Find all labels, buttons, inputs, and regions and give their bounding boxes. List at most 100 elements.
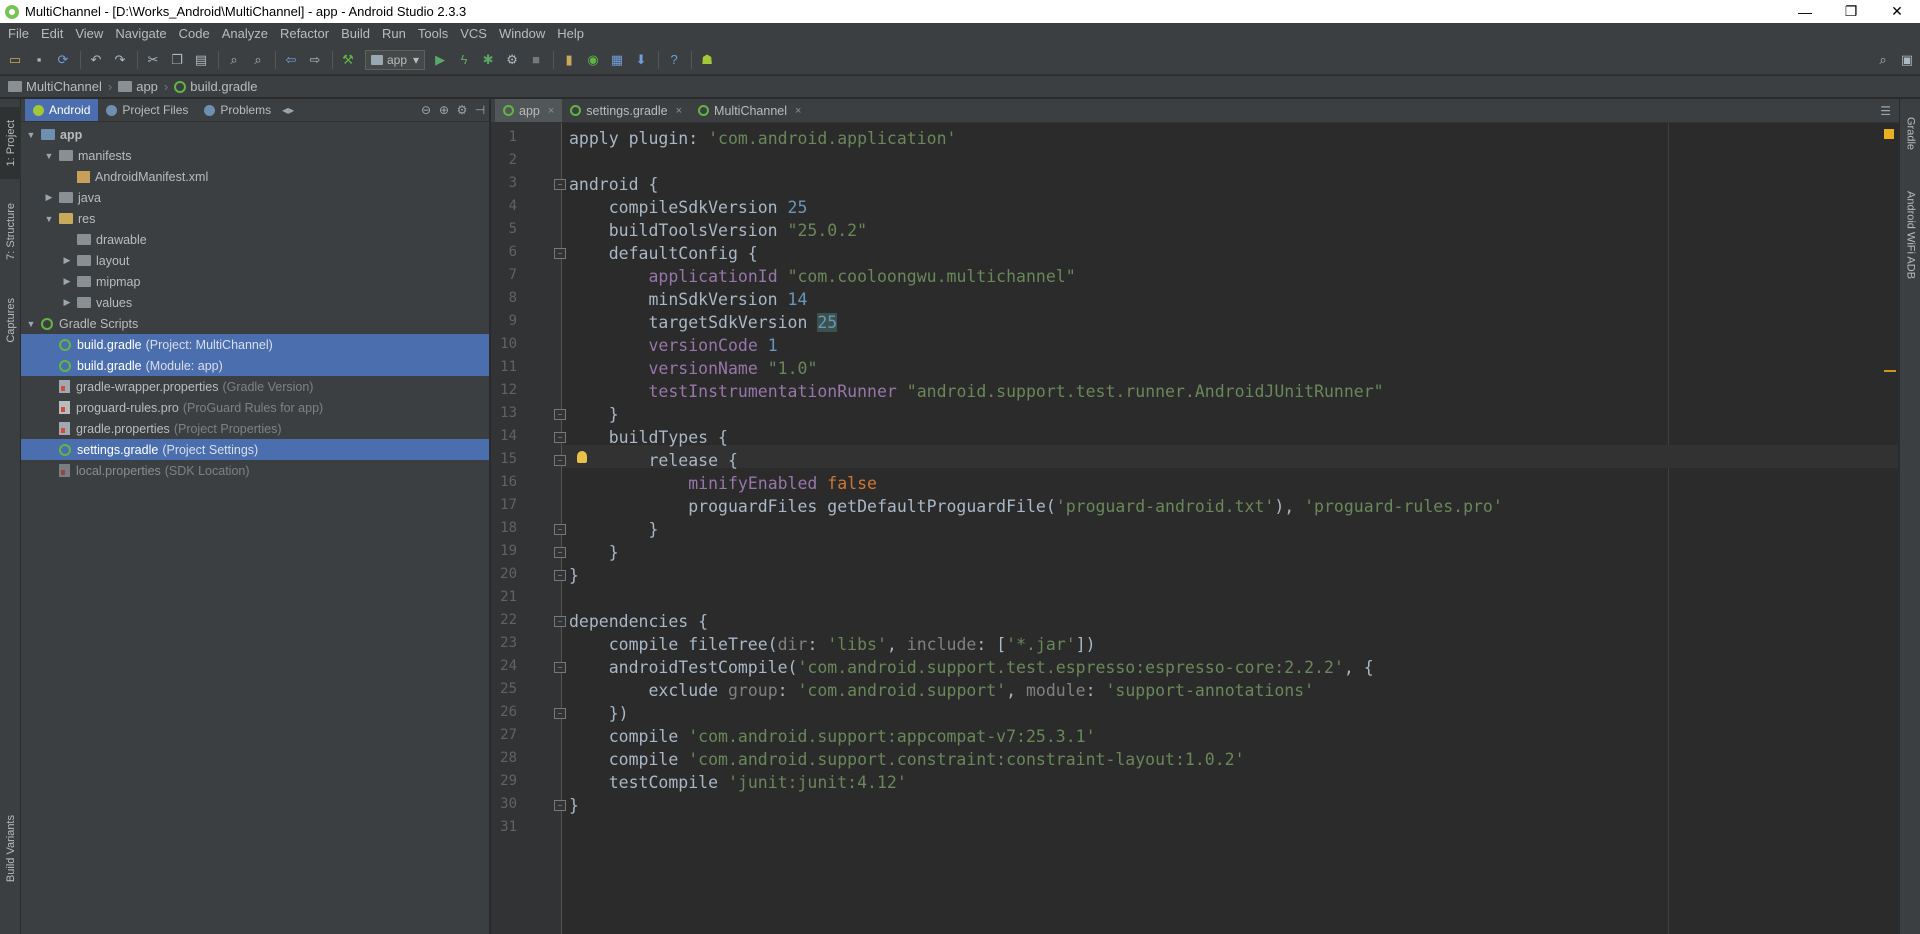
debug-icon[interactable]: ✱: [477, 49, 499, 71]
code-line[interactable]: exclude group: 'com.android.support', mo…: [569, 679, 1314, 702]
fold-toggle-icon[interactable]: −: [554, 248, 566, 259]
code-line[interactable]: targetSdkVersion 25: [569, 311, 838, 334]
fold-toggle-icon[interactable]: −: [554, 179, 566, 190]
code-area[interactable]: 1 2 3 4 5 6 7 8 9 10 11 12 13 14 15 16 17 18 19 20 21 22 23 24 2…: [491, 123, 1899, 934]
close-tab-icon[interactable]: ×: [795, 105, 801, 117]
back-icon[interactable]: ⇦: [280, 49, 302, 71]
build-variants-tool-tab[interactable]: Build Variants: [0, 799, 21, 899]
wifi-adb-tool-tab[interactable]: Android WiFi ADB: [1900, 175, 1920, 295]
sdk-manager-icon[interactable]: ⬇: [630, 49, 652, 71]
menu-code[interactable]: Code: [173, 23, 216, 45]
save-all-icon[interactable]: ▪: [28, 49, 50, 71]
tree-item-app[interactable]: ▼ app: [21, 124, 489, 145]
undo-icon[interactable]: ↶: [85, 49, 107, 71]
code-line[interactable]: }: [569, 564, 579, 587]
instant-run-icon[interactable]: ϟ: [453, 49, 475, 71]
code-line[interactable]: versionCode 1: [569, 334, 777, 357]
code-line[interactable]: testCompile 'junit:junit:4.12': [569, 771, 907, 794]
menu-window[interactable]: Window: [493, 23, 551, 45]
redo-icon[interactable]: ↷: [109, 49, 131, 71]
tree-item-settings-gradle[interactable]: ▶ settings.gradle (Project Settings): [21, 439, 489, 460]
event-log-icon[interactable]: ▣: [1896, 49, 1918, 71]
fold-toggle-icon[interactable]: −: [554, 708, 566, 719]
code-line[interactable]: minifyEnabled false: [569, 472, 877, 495]
tab-multichannel-build-gradle[interactable]: MultiChannel ×: [690, 99, 809, 122]
attach-debugger-icon[interactable]: ⚙: [501, 49, 523, 71]
menu-analyze[interactable]: Analyze: [216, 23, 274, 45]
code-line[interactable]: }: [569, 794, 579, 817]
code-line[interactable]: compileSdkVersion 25: [569, 196, 808, 219]
tree-item-gradle-wrapper[interactable]: ▶ gradle-wrapper.properties (Gradle Vers…: [21, 376, 489, 397]
fold-toggle-icon[interactable]: −: [554, 547, 566, 558]
chevron-down-icon[interactable]: ▼: [43, 214, 55, 224]
tab-app-build-gradle[interactable]: app ×: [495, 99, 563, 122]
minimize-button[interactable]: —: [1782, 0, 1828, 23]
code-line[interactable]: }: [569, 541, 619, 564]
structure-tool-tab[interactable]: 7: Structure: [0, 191, 21, 271]
code-line[interactable]: proguardFiles getDefaultProguardFile('pr…: [569, 495, 1503, 518]
code-line[interactable]: apply plugin: 'com.android.application': [569, 127, 956, 150]
error-stripe-mark[interactable]: [1884, 370, 1896, 372]
code-line[interactable]: testInstrumentationRunner "android.suppo…: [569, 380, 1383, 403]
fold-toggle-icon[interactable]: −: [554, 524, 566, 535]
code-line[interactable]: dependencies {: [569, 610, 708, 633]
captures-tool-tab[interactable]: Captures: [0, 285, 21, 355]
code-line[interactable]: compile 'com.android.support.constraint:…: [569, 748, 1245, 771]
tab-settings-gradle[interactable]: settings.gradle ×: [562, 99, 690, 122]
menu-help[interactable]: Help: [551, 23, 590, 45]
hide-panel-icon[interactable]: ⊣: [471, 103, 489, 117]
code-line[interactable]: compile fileTree(dir: 'libs', include: […: [569, 633, 1096, 656]
chevron-right-icon[interactable]: ▶: [43, 192, 55, 203]
gradle-tool-tab[interactable]: Gradle: [1900, 107, 1920, 161]
sync-gradle-icon[interactable]: ◉: [582, 49, 604, 71]
avd-manager-icon[interactable]: ▮: [558, 49, 580, 71]
close-tab-icon[interactable]: ×: [548, 105, 554, 117]
run-icon[interactable]: ▶: [429, 49, 451, 71]
menu-file[interactable]: File: [2, 23, 35, 45]
code-line[interactable]: android {: [569, 173, 658, 196]
menu-build[interactable]: Build: [335, 23, 376, 45]
tab-project-files[interactable]: Project Files: [98, 99, 196, 121]
chevron-down-icon[interactable]: ▼: [43, 151, 55, 161]
copy-icon[interactable]: ❐: [166, 49, 188, 71]
menu-refactor[interactable]: Refactor: [274, 23, 335, 45]
code-line[interactable]: minSdkVersion 14: [569, 288, 807, 311]
tree-item-drawable[interactable]: ▶ drawable: [21, 229, 489, 250]
chevron-right-icon[interactable]: ▶: [61, 255, 73, 266]
code-line[interactable]: androidTestCompile('com.android.support.…: [569, 656, 1374, 679]
fold-toggle-icon[interactable]: −: [554, 409, 566, 420]
find-icon[interactable]: ⌕: [223, 49, 245, 71]
open-folder-icon[interactable]: ▭: [4, 49, 26, 71]
menu-view[interactable]: View: [69, 23, 109, 45]
code-line[interactable]: release {: [569, 449, 737, 472]
forward-icon[interactable]: ⇨: [304, 49, 326, 71]
switch-view-icon[interactable]: ◂▸: [279, 103, 297, 117]
paste-icon[interactable]: ▤: [190, 49, 212, 71]
project-tool-tab[interactable]: 1: Project: [0, 107, 21, 179]
chevron-down-icon[interactable]: ▼: [25, 130, 37, 140]
tree-item-mipmap[interactable]: ▶ mipmap: [21, 271, 489, 292]
chevron-right-icon[interactable]: ▶: [61, 297, 73, 308]
cut-icon[interactable]: ✂: [142, 49, 164, 71]
scroll-from-source-icon[interactable]: ⊕: [435, 103, 453, 117]
code-line[interactable]: buildToolsVersion "25.0.2": [569, 219, 867, 242]
tree-item-proguard-rules[interactable]: ▶ proguard-rules.pro (ProGuard Rules for…: [21, 397, 489, 418]
breadcrumb-project[interactable]: MultiChannel: [8, 79, 102, 94]
breadcrumb-file[interactable]: build.gradle: [174, 79, 257, 94]
sync-icon[interactable]: ⟳: [52, 49, 74, 71]
run-config-select[interactable]: app ▾: [365, 49, 426, 70]
tree-item-res[interactable]: ▼ res: [21, 208, 489, 229]
code-line[interactable]: versionName "1.0": [569, 357, 817, 380]
chevron-right-icon[interactable]: ▶: [61, 276, 73, 287]
menu-navigate[interactable]: Navigate: [109, 23, 172, 45]
tab-android-view[interactable]: Android: [25, 99, 99, 121]
make-project-hammer-icon[interactable]: ⚒: [337, 49, 359, 71]
code-line[interactable]: defaultConfig {: [569, 242, 758, 265]
tree-item-values[interactable]: ▶ values: [21, 292, 489, 313]
fold-toggle-icon[interactable]: −: [554, 662, 566, 673]
tab-problems[interactable]: Problems: [196, 99, 279, 121]
tree-item-java[interactable]: ▶ java: [21, 187, 489, 208]
gear-icon[interactable]: ⚙: [453, 103, 471, 117]
fold-toggle-icon[interactable]: −: [554, 455, 566, 466]
search-everywhere-icon[interactable]: ⌕: [1872, 49, 1894, 71]
